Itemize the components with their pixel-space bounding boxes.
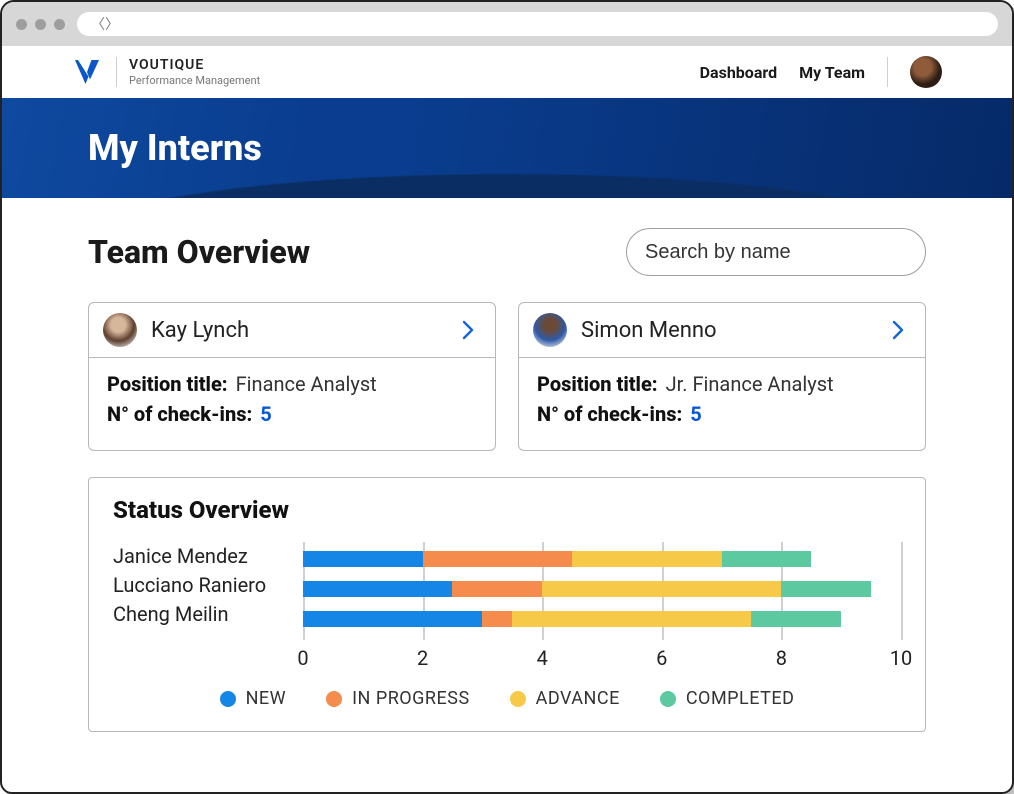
chart-bar-segment <box>423 551 572 567</box>
avatar <box>533 313 567 347</box>
chart-category-labels: Janice MendezLucciano RanieroCheng Meili… <box>113 542 303 640</box>
back-arrow-icon[interactable]: 〈 <box>91 14 103 34</box>
status-overview-title: Status Overview <box>113 496 901 524</box>
chart-bar-segment <box>542 581 781 597</box>
url-bar[interactable]: 〈 〉 <box>77 12 998 36</box>
user-avatar[interactable] <box>910 56 942 88</box>
page-title: My Interns <box>88 127 262 169</box>
intern-card-header[interactable]: Kay Lynch <box>89 303 495 358</box>
chart-bar-segment <box>482 611 512 627</box>
window-traffic-lights <box>16 19 65 30</box>
checkins-value: 5 <box>690 402 701 426</box>
chart-bar-segment <box>303 581 452 597</box>
intern-card-header[interactable]: Simon Menno <box>519 303 925 358</box>
brand-logo-icon <box>72 57 102 87</box>
browser-frame: 〈 〉 VOUTIQUE Performance Management Dash… <box>0 0 1014 794</box>
minimize-dot-icon[interactable] <box>35 19 46 30</box>
legend-item-advance: ADVANCE <box>510 688 620 709</box>
position-value: Finance Analyst <box>236 372 377 396</box>
nav-divider <box>887 57 888 87</box>
chart-axis-tick: 4 <box>537 646 548 670</box>
legend-swatch-icon <box>326 691 342 707</box>
chart-bar-segment <box>751 611 841 627</box>
legend-label: COMPLETED <box>686 688 795 709</box>
status-chart: Janice MendezLucciano RanieroCheng Meili… <box>113 542 901 670</box>
chart-category-label: Lucciano Raniero <box>113 571 303 600</box>
chart-bar-segment <box>303 611 482 627</box>
chart-bar-segment <box>303 551 423 567</box>
intern-name: Kay Lynch <box>151 318 249 343</box>
chart-gridline <box>901 542 903 640</box>
avatar <box>103 313 137 347</box>
position-label: Position title: <box>537 372 658 396</box>
intern-card: Kay Lynch Position title: Finance Analys… <box>88 302 496 451</box>
legend-item-in-progress: IN PROGRESS <box>326 688 470 709</box>
brand-name: VOUTIQUE <box>129 57 260 73</box>
search-input[interactable] <box>627 241 926 264</box>
chart-category-label: Cheng Meilin <box>113 600 303 629</box>
chart-bar-row <box>303 611 841 627</box>
legend-swatch-icon <box>220 691 236 707</box>
chart-x-axis: 0246810 <box>303 644 901 670</box>
close-dot-icon[interactable] <box>16 19 27 30</box>
checkins-label: N° of check-ins: <box>537 402 682 426</box>
chart-bar-segment <box>722 551 812 567</box>
app-header: VOUTIQUE Performance Management Dashboar… <box>2 46 1012 98</box>
chart-bar-segment <box>572 551 721 567</box>
chart-plot-area <box>303 542 901 640</box>
chart-axis-tick: 6 <box>656 646 667 670</box>
nav-dashboard[interactable]: Dashboard <box>700 63 777 82</box>
maximize-dot-icon[interactable] <box>54 19 65 30</box>
chart-axis-tick: 10 <box>890 646 912 670</box>
legend-item-new: NEW <box>220 688 287 709</box>
intern-card: Simon Menno Position title: Jr. Finance … <box>518 302 926 451</box>
intern-name: Simon Menno <box>581 318 717 343</box>
chart-bar-segment <box>452 581 542 597</box>
brand: VOUTIQUE Performance Management <box>72 57 260 87</box>
chart-axis-tick: 2 <box>417 646 428 670</box>
legend-label: NEW <box>246 688 287 709</box>
forward-arrow-icon[interactable]: 〉 <box>105 14 117 34</box>
chevron-right-icon <box>891 319 905 341</box>
legend-label: ADVANCE <box>536 688 620 709</box>
chart-bar-segment <box>512 611 751 627</box>
chart-bar-segment <box>781 581 871 597</box>
chart-category-label: Janice Mendez <box>113 542 303 571</box>
overview-title: Team Overview <box>88 233 310 271</box>
legend-label: IN PROGRESS <box>352 688 470 709</box>
legend-swatch-icon <box>660 691 676 707</box>
chart-axis-tick: 0 <box>297 646 308 670</box>
legend-swatch-icon <box>510 691 526 707</box>
status-overview-panel: Status Overview Janice MendezLucciano Ra… <box>88 477 926 732</box>
checkins-value: 5 <box>260 402 271 426</box>
position-label: Position title: <box>107 372 228 396</box>
chevron-right-icon <box>461 319 475 341</box>
brand-subtitle: Performance Management <box>129 74 260 87</box>
checkins-label: N° of check-ins: <box>107 402 252 426</box>
legend-item-completed: COMPLETED <box>660 688 795 709</box>
page-banner: My Interns <box>2 98 1012 198</box>
chart-axis-tick: 8 <box>776 646 787 670</box>
chart-bar-row <box>303 581 871 597</box>
position-value: Jr. Finance Analyst <box>666 372 834 396</box>
search-field[interactable] <box>626 228 926 276</box>
chart-bar-row <box>303 551 811 567</box>
browser-chrome-bar: 〈 〉 <box>2 2 1012 46</box>
nav-my-team[interactable]: My Team <box>799 63 865 82</box>
chart-legend: NEW IN PROGRESS ADVANCE COMPLETED <box>113 688 901 709</box>
